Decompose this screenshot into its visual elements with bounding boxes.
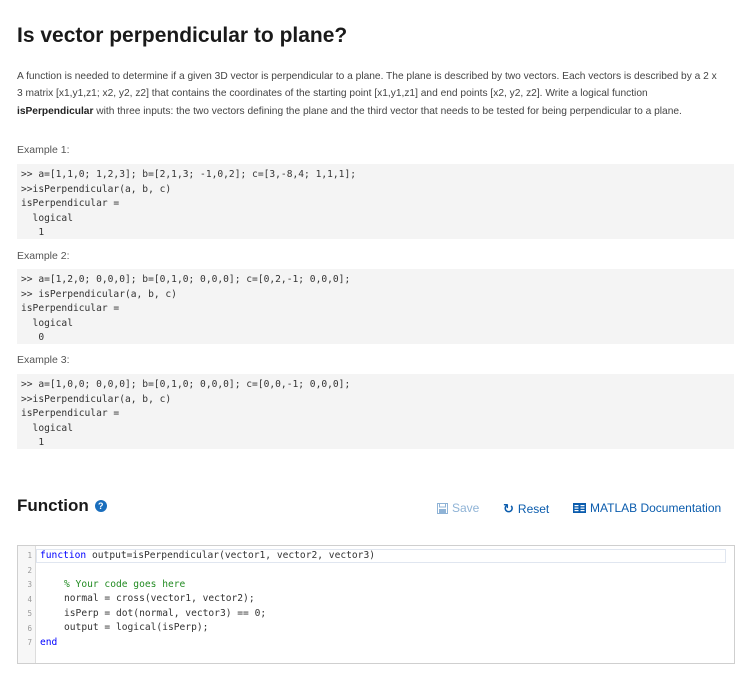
description-text-1: A function is needed to determine if a g… xyxy=(17,71,717,100)
code-line-6[interactable]: output = logical(isPerp); xyxy=(64,622,208,633)
line-number: 3 xyxy=(27,580,32,589)
line-number: 6 xyxy=(27,624,32,633)
function-signature: output=isPerpendicular(vector1, vector2,… xyxy=(86,550,376,561)
line-number: 1 xyxy=(27,551,32,560)
save-label: Save xyxy=(452,501,480,515)
page-title: Is vector perpendicular to plane? xyxy=(17,24,348,47)
function-heading-text: Function xyxy=(17,496,89,515)
code-line-1[interactable]: function output=isPerpendicular(vector1,… xyxy=(40,550,375,561)
question-circle-icon[interactable]: ? xyxy=(94,500,107,512)
description-text-2: with three inputs: the two vectors defin… xyxy=(93,105,682,117)
reset-icon: ↻ xyxy=(503,501,514,516)
matlab-documentation-link[interactable]: MATLAB Documentation xyxy=(573,501,721,515)
keyword-end: end xyxy=(40,637,58,648)
code-line-4[interactable]: normal = cross(vector1, vector2); xyxy=(64,593,255,604)
docs-label: MATLAB Documentation xyxy=(590,501,722,515)
line-number-gutter: 1 2 3 4 5 6 7 xyxy=(18,546,36,663)
reset-label: Reset xyxy=(517,502,550,516)
book-icon xyxy=(573,503,586,513)
code-line-3[interactable]: % Your code goes here xyxy=(64,579,185,590)
function-heading: Function ? xyxy=(17,496,107,516)
code-comment: % Your code goes here xyxy=(64,579,186,590)
line-number: 2 xyxy=(27,566,32,575)
keyword-function: function xyxy=(40,550,87,561)
example-2-label: Example 2: xyxy=(17,250,70,262)
line-number: 7 xyxy=(27,638,32,647)
code-editor[interactable]: 1 2 3 4 5 6 7 function output=isPerpendi… xyxy=(17,545,735,664)
line-number: 5 xyxy=(27,609,32,618)
code-line-5[interactable]: isPerp = dot(normal, vector3) == 0; xyxy=(64,608,266,619)
problem-description: A function is needed to determine if a g… xyxy=(17,68,717,120)
example-1-label: Example 1: xyxy=(17,144,70,156)
save-icon xyxy=(437,502,448,514)
example-1-code: >> a=[1,1,0; 1,2,3]; b=[2,1,3; -1,0,2]; … xyxy=(17,164,734,239)
line-number: 4 xyxy=(27,595,32,604)
example-2-code: >> a=[1,2,0; 0,0,0]; b=[0,1,0; 0,0,0]; c… xyxy=(17,269,734,344)
code-line-7[interactable]: end xyxy=(40,637,57,648)
function-name-bold: isPerpendicular xyxy=(17,105,94,117)
save-button[interactable]: Save xyxy=(437,501,479,515)
example-3-code: >> a=[1,0,0; 0,0,0]; b=[0,1,0; 0,0,0]; c… xyxy=(17,374,734,449)
example-3-label: Example 3: xyxy=(17,354,70,366)
reset-button[interactable]: ↻ Reset xyxy=(503,501,549,517)
